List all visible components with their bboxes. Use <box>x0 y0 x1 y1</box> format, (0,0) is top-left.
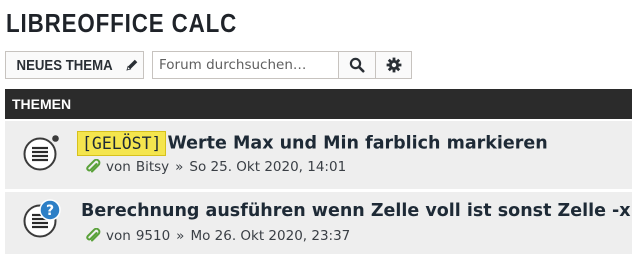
by-label: von <box>106 159 131 175</box>
topic-title-text: Werte Max und Min farblich markieren <box>167 133 548 154</box>
topics-header: THEMEN <box>5 89 632 119</box>
search-icon <box>349 57 365 73</box>
meta-separator: » <box>176 228 185 244</box>
author-link[interactable]: 9510 <box>136 228 170 244</box>
advanced-search-button[interactable] <box>375 52 411 78</box>
topic-row: ? Berechnung ausführen wenn Zelle voll i… <box>5 192 632 254</box>
post-date: So 25. Okt 2020, 14:01 <box>189 159 347 175</box>
forum-title: LIBREOFFICE CALC <box>6 8 238 38</box>
topic-meta: von 9510 » Mo 26. Okt 2020, 23:37 <box>85 228 350 244</box>
topic-title-link[interactable]: [GELÖST] Werte Max und Min farblich marki… <box>77 131 548 156</box>
topic-meta: von Bitsy » So 25. Okt 2020, 14:01 <box>85 159 346 175</box>
paperclip-icon <box>86 159 101 173</box>
meta-separator: » <box>175 159 184 175</box>
author-link[interactable]: Bitsy <box>136 159 169 175</box>
question-topic-icon: ? <box>23 199 61 238</box>
topic-row: [GELÖST] Werte Max und Min farblich marki… <box>5 121 632 189</box>
new-topic-label: NEUES THEMA <box>16 56 113 74</box>
svg-text:?: ? <box>46 203 54 219</box>
gear-icon <box>386 57 401 73</box>
search-button[interactable] <box>339 52 375 78</box>
by-label: von <box>106 228 131 244</box>
read-topic-icon <box>23 135 59 171</box>
paperclip-icon <box>86 228 101 242</box>
search-box <box>152 51 412 79</box>
new-topic-button[interactable]: NEUES THEMA <box>5 51 144 79</box>
post-date: Mo 26. Okt 2020, 23:37 <box>190 228 351 244</box>
search-input[interactable] <box>153 52 339 78</box>
pencil-icon <box>126 59 138 71</box>
topic-title-text: Berechnung ausführen wenn Zelle voll ist… <box>81 201 631 221</box>
topic-title-link[interactable]: Berechnung ausführen wenn Zelle voll ist… <box>81 201 631 221</box>
solved-tag: [GELÖST] <box>77 131 167 156</box>
